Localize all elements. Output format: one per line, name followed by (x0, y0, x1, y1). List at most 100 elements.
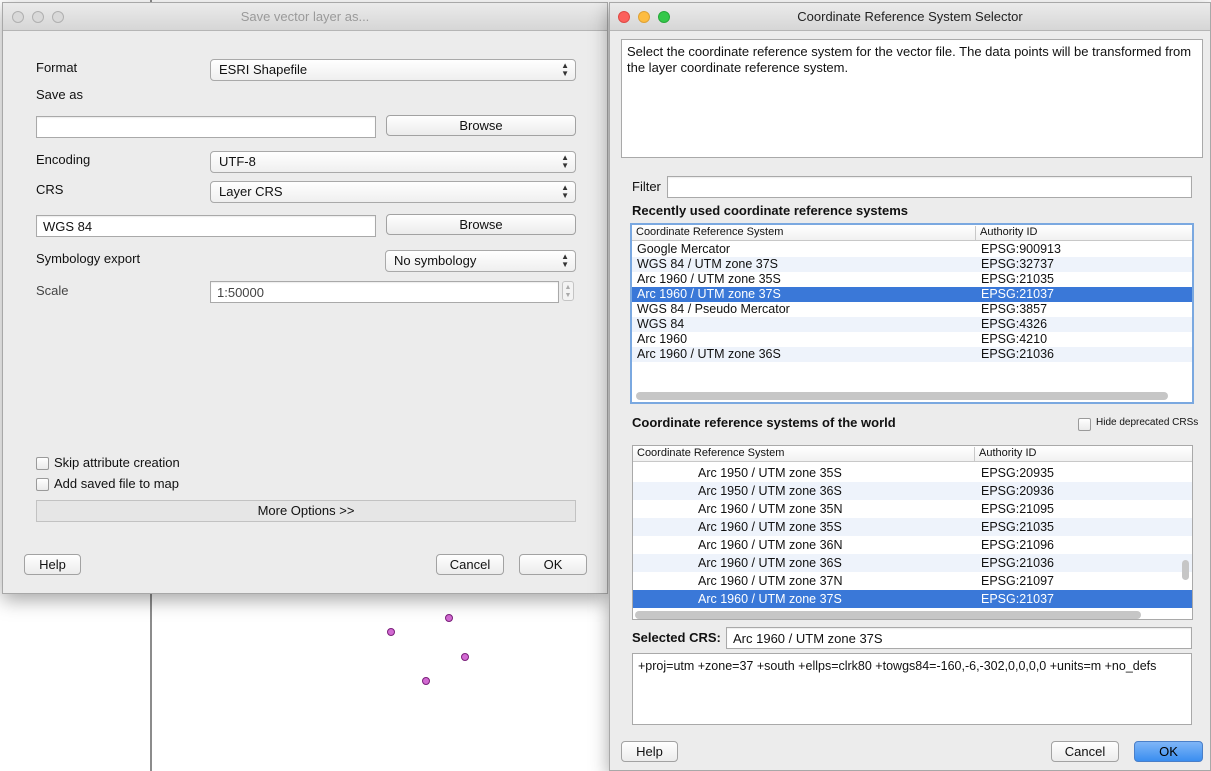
crs-name-cell: WGS 84 (637, 317, 685, 331)
proj-string-box[interactable]: +proj=utm +zone=37 +south +ellps=clrk80 … (632, 653, 1192, 725)
crs-name-cell: Arc 1950 / UTM zone 35S (698, 466, 842, 480)
title-bar[interactable]: Coordinate Reference System Selector (610, 3, 1210, 31)
ok-button[interactable]: OK (519, 554, 587, 575)
crs-select[interactable]: Layer CRS ▲ ▼ (210, 181, 576, 203)
column-header-crs[interactable]: Coordinate Reference System (636, 226, 783, 238)
column-header-authority[interactable]: Authority ID (979, 447, 1036, 459)
chevron-updown-icon: ▲ ▼ (561, 252, 569, 269)
crs-selector-dialog: Coordinate Reference System Selector Sel… (609, 2, 1211, 771)
map-frame-line (150, 593, 152, 771)
crs-name-cell: Arc 1960 / UTM zone 36N (698, 538, 843, 552)
table-row[interactable]: Arc 1960 / UTM zone 37N EPSG:21097 (633, 572, 1192, 590)
table-row[interactable]: WGS 84 EPSG:4326 (632, 317, 1192, 332)
vertical-scrollbar[interactable] (1182, 560, 1189, 580)
authority-id-cell: EPSG:21035 (981, 272, 1054, 286)
description-box: Select the coordinate reference system f… (621, 39, 1203, 158)
map-point (387, 628, 395, 636)
crs-input[interactable]: WGS 84 (36, 215, 376, 237)
format-value: ESRI Shapefile (219, 62, 308, 77)
map-point (422, 677, 430, 685)
authority-id-cell: EPSG:21096 (981, 538, 1054, 552)
table-row[interactable]: Arc 1960 / UTM zone 35S EPSG:21035 (633, 518, 1192, 536)
table-row[interactable]: WGS 84 / Pseudo Mercator EPSG:3857 (632, 302, 1192, 317)
skip-attribute-checkbox[interactable] (36, 457, 49, 470)
crs-value: Layer CRS (219, 184, 283, 199)
authority-id-cell: EPSG:21097 (981, 574, 1054, 588)
crs-name-cell: Arc 1960 / UTM zone 35N (698, 502, 843, 516)
column-divider (975, 226, 976, 240)
ok-button[interactable]: OK (1134, 741, 1203, 762)
crs-name-cell: WGS 84 / Pseudo Mercator (637, 302, 790, 316)
column-header-crs[interactable]: Coordinate Reference System (637, 447, 784, 459)
more-options-button[interactable]: More Options >> (36, 500, 576, 522)
table-row[interactable]: Arc 1960 / UTM zone 36S EPSG:21036 (632, 347, 1192, 362)
chevron-updown-icon: ▲ ▼ (561, 183, 569, 200)
chevron-updown-icon: ▲ ▼ (561, 61, 569, 78)
authority-id-cell: EPSG:900913 (981, 242, 1061, 256)
filter-input[interactable] (667, 176, 1192, 198)
scale-stepper[interactable]: ▲ ▼ (562, 281, 574, 301)
format-select[interactable]: ESRI Shapefile ▲ ▼ (210, 59, 576, 81)
column-divider (974, 447, 975, 461)
crs-name-cell: WGS 84 / UTM zone 37S (637, 257, 779, 271)
table-row[interactable]: Arc 1960 / UTM zone 36N EPSG:21096 (633, 536, 1192, 554)
world-crs-table[interactable]: Coordinate Reference System Authority ID… (632, 445, 1193, 620)
authority-id-cell: EPSG:20935 (981, 466, 1054, 480)
description-text: Select the coordinate reference system f… (627, 44, 1192, 75)
symbology-export-label: Symbology export (36, 251, 141, 266)
table-row[interactable]: Arc 1960 / UTM zone 37S EPSG:21037 (632, 287, 1192, 302)
authority-id-cell: EPSG:20936 (981, 484, 1054, 498)
horizontal-scrollbar[interactable] (635, 611, 1141, 619)
selected-crs-field[interactable]: Arc 1960 / UTM zone 37S (726, 627, 1192, 649)
cancel-button[interactable]: Cancel (436, 554, 504, 575)
browse-file-button[interactable]: Browse (386, 115, 576, 136)
crs-label: CRS (36, 182, 64, 197)
title-bar[interactable]: Save vector layer as... (3, 3, 607, 31)
map-point (461, 653, 469, 661)
symbology-select[interactable]: No symbology ▲ ▼ (385, 250, 576, 272)
crs-name-cell: Arc 1960 / UTM zone 36S (637, 347, 781, 361)
window-title: Save vector layer as... (240, 9, 370, 24)
save-as-input[interactable] (36, 116, 376, 138)
filter-label: Filter (632, 179, 661, 194)
save-vector-layer-dialog: Save vector layer as... Format ESRI Shap… (2, 2, 608, 594)
horizontal-scrollbar[interactable] (636, 392, 1168, 400)
symbology-value: No symbology (394, 253, 477, 268)
column-header-authority[interactable]: Authority ID (980, 226, 1037, 238)
map-point (445, 614, 453, 622)
authority-id-cell: EPSG:21095 (981, 502, 1054, 516)
window-title: Coordinate Reference System Selector (797, 9, 1023, 24)
chevron-updown-icon: ▲ ▼ (561, 153, 569, 170)
table-row[interactable]: Arc 1960 / UTM zone 36S EPSG:21036 (633, 554, 1192, 572)
add-saved-file-label: Add saved file to map (54, 476, 180, 491)
encoding-select[interactable]: UTF-8 ▲ ▼ (210, 151, 576, 173)
browse-crs-button[interactable]: Browse (386, 214, 576, 235)
table-row[interactable]: Arc 1960 / UTM zone 35N EPSG:21095 (633, 500, 1192, 518)
crs-name-cell: Arc 1950 / UTM zone 36S (698, 484, 842, 498)
crs-name-cell: Arc 1960 / UTM zone 37S (698, 592, 842, 606)
authority-id-cell: EPSG:21035 (981, 520, 1054, 534)
table-row[interactable]: Arc 1960 / UTM zone 37S EPSG:21037 (633, 590, 1192, 608)
crs-name-cell: Arc 1960 / UTM zone 36S (698, 556, 842, 570)
encoding-value: UTF-8 (219, 154, 256, 169)
table-row[interactable]: WGS 84 / UTM zone 37S EPSG:32737 (632, 257, 1192, 272)
recent-crs-table[interactable]: Coordinate Reference System Authority ID… (630, 223, 1194, 404)
table-row[interactable]: Google Mercator EPSG:900913 (632, 242, 1192, 257)
table-row[interactable]: Arc 1950 / UTM zone 36S EPSG:20936 (633, 482, 1192, 500)
format-label: Format (36, 60, 78, 75)
hide-deprecated-checkbox[interactable] (1078, 418, 1091, 431)
crs-name-cell: Arc 1960 / UTM zone 35S (698, 520, 842, 534)
help-button[interactable]: Help (621, 741, 678, 762)
table-row[interactable]: Arc 1950 / UTM zone 35S EPSG:20935 (633, 464, 1192, 482)
scale-input[interactable]: 1:50000 (210, 281, 559, 303)
add-saved-file-checkbox[interactable] (36, 478, 49, 491)
crs-name-cell: Arc 1960 (637, 332, 688, 346)
cancel-button[interactable]: Cancel (1051, 741, 1119, 762)
table-row[interactable]: Arc 1960 EPSG:4210 (632, 332, 1192, 347)
proj-string: +proj=utm +zone=37 +south +ellps=clrk80 … (638, 659, 1157, 673)
table-row[interactable]: Arc 1960 / UTM zone 35S EPSG:21035 (632, 272, 1192, 287)
authority-id-cell: EPSG:4326 (981, 317, 1048, 331)
authority-id-cell: EPSG:21036 (981, 556, 1054, 570)
help-button[interactable]: Help (24, 554, 81, 575)
authority-id-cell: EPSG:21037 (981, 287, 1054, 301)
